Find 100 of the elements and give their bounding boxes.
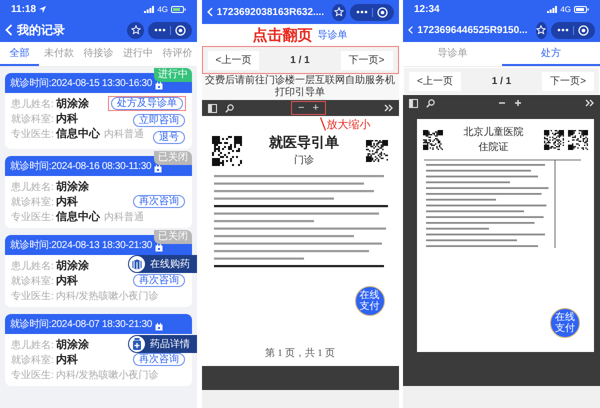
field-value: 内科/发热咳嗽小夜门诊 [56,368,159,382]
pay-button[interactable]: 在线支付 [550,308,580,338]
calendar-icon [154,165,162,173]
double-chevron-icon[interactable] [384,104,392,112]
tab[interactable]: 未付款 [39,42,79,66]
annotation-label: 点击翻页 [252,26,312,44]
previous-page-button[interactable]: <上一页 [208,50,260,70]
status-badge: 已关闭 [154,151,192,165]
field-label: 患儿姓名: [11,260,54,272]
close-icon[interactable] [376,6,388,18]
tab[interactable]: 待评价 [158,42,197,66]
capsule-menu[interactable] [350,4,394,20]
floating-button[interactable]: 药品详情 [128,335,197,353]
double-chevron-icon[interactable] [585,99,594,107]
field-value: 胡涂涂 [56,180,89,194]
annotation-label: 放大缩小 [326,118,370,132]
zoom-in-icon[interactable] [514,99,522,107]
document-subtitle: 门诊 [294,154,314,167]
field-value: 胡涂涂 [56,338,89,352]
tab[interactable]: 导诊单 [403,42,502,66]
leader-line [320,117,326,131]
qr-code-icon [568,130,588,150]
action-button[interactable]: 再次咨询 [133,195,185,208]
battery-icon [171,6,186,12]
box-icon [130,257,144,271]
capsule-menu[interactable] [551,22,595,38]
zoom-out-button[interactable]: − [295,102,308,114]
previous-page-button[interactable]: <上一页 [409,72,461,90]
page-title: 1723696446525R9150... [417,24,528,36]
field-label: 就诊科室: [11,274,54,288]
status-badge: 已关闭 [154,230,192,244]
floating-button[interactable]: 在线购药 [128,255,197,273]
field-value: 信息中心 [56,126,100,141]
tab[interactable]: 处方 [502,42,600,66]
calendar-icon [155,82,163,90]
field-label: 就诊科室: [11,112,54,126]
field-value: 内科/发热咳嗽小夜门诊 [56,290,159,302]
more-icon[interactable] [557,28,569,32]
signal-icon [144,6,154,12]
more-icon[interactable] [154,28,166,32]
page-footer: 第 1 页，共 1 页 [265,346,335,360]
field-label: 就诊科室: [11,196,54,208]
calendar-icon [155,244,163,252]
favorite-button[interactable] [332,4,346,20]
close-icon[interactable] [578,24,589,36]
visit-time: 就诊时间:2024-08-16 08:30-11:30 [10,160,152,173]
zoom-in-button[interactable]: + [310,102,322,114]
battery-icon [574,6,589,12]
field-value: 内科 [56,112,78,126]
capsule-menu[interactable] [148,22,192,38]
action-button[interactable]: 处方及导诊单 [111,97,183,110]
action-button[interactable]: 再次咨询 [133,274,185,287]
field-label: 就诊科室: [11,354,54,366]
page-indicator: 1 / 1 [290,54,310,66]
tab[interactable]: 进行中 [118,42,158,66]
star-icon [130,25,140,35]
visit-time: 就诊时间:2024-08-15 13:30-16:30 [10,76,152,90]
visit-time: 就诊时间:2024-08-13 18:30-21:30 [10,238,152,252]
field-note: 内科普通 [104,128,144,140]
action-button[interactable]: 退号 [153,131,185,144]
field-value: 胡涂涂 [56,258,89,273]
back-icon[interactable] [206,6,213,18]
qr-code-icon [423,130,443,150]
hospital-name: 北京儿童医院 [464,126,524,139]
document-title: 住院证 [478,140,508,154]
field-label: 专业医生: [11,368,54,382]
action-button[interactable]: 立即咨询 [133,114,185,127]
tab[interactable]: 待接诊 [78,42,118,66]
field-value: 信息中心 [56,210,100,224]
star-icon [334,7,344,17]
search-icon[interactable] [426,98,435,108]
favorite-button[interactable] [127,22,144,38]
notice-text: 交费后请前往门诊楼一层互联网自助服务机打印引导单 [202,74,398,100]
calendar-icon [155,323,163,331]
document-title: 就医导引单 [269,134,339,152]
next-page-button[interactable]: 下一页> [542,72,594,90]
more-icon[interactable] [356,10,368,14]
visit-time: 就诊时间:2024-08-07 18:30-21:30 [10,318,152,331]
page-title: 我的记录 [17,22,65,38]
favorite-button[interactable] [536,22,547,38]
tab[interactable]: 导诊单 [318,28,348,42]
next-page-button[interactable]: 下一页> [340,50,392,70]
sidebar-icon[interactable] [409,98,418,108]
network-label: 4G [157,4,168,14]
sidebar-icon[interactable] [208,104,216,112]
pay-button[interactable]: 在线支付 [354,286,384,316]
field-label: 专业医生: [11,128,54,140]
search-icon[interactable] [224,104,234,112]
field-label: 患儿姓名: [11,338,54,352]
back-icon[interactable] [5,24,13,36]
network-label: 4G [560,4,571,14]
field-note: 内科普通 [104,210,144,224]
back-icon[interactable] [408,24,414,36]
field-value: 内科 [56,274,78,288]
status-badge: 进行中 [154,68,192,82]
action-button[interactable]: 再次咨询 [133,353,185,366]
close-icon[interactable] [175,24,186,36]
field-value: 胡涂涂 [56,96,89,111]
field-label: 患儿姓名: [11,98,54,110]
star-icon [536,25,546,35]
